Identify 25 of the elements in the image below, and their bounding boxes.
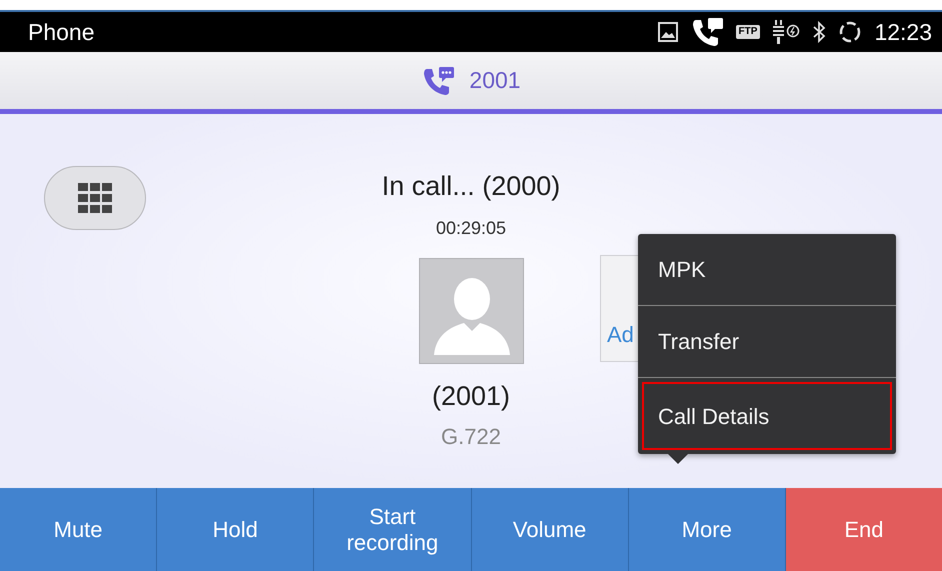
- dialpad-icon: [78, 183, 112, 213]
- add-contact-label: Ad: [607, 321, 634, 349]
- menu-item[interactable]: Call Details: [638, 378, 896, 454]
- call-action-button[interactable]: Hold: [157, 488, 314, 571]
- menu-item[interactable]: MPK: [638, 234, 896, 306]
- call-action-button[interactable]: More: [628, 488, 786, 571]
- bluetooth-icon: [812, 20, 826, 44]
- caller-number: (2001): [432, 380, 510, 413]
- menu-item[interactable]: Transfer: [638, 306, 896, 378]
- picture-icon: [658, 22, 678, 42]
- call-duration: 00:29:05: [436, 216, 506, 240]
- app-title: Phone: [28, 18, 95, 47]
- call-action-button[interactable]: Start recording: [314, 488, 472, 571]
- call-message-icon: [421, 66, 456, 96]
- call-line-tab[interactable]: 2001: [0, 52, 942, 114]
- codec-label: G.722: [441, 423, 501, 451]
- call-action-button[interactable]: Mute: [0, 488, 158, 571]
- ftp-icon: FTP: [736, 25, 760, 39]
- end-call-button[interactable]: End: [786, 488, 942, 571]
- clock-time: 12:23: [874, 18, 932, 47]
- line-number: 2001: [469, 66, 521, 96]
- plug-power-icon: [772, 20, 800, 44]
- call-status: In call... (2000): [382, 170, 560, 203]
- sync-icon: [838, 20, 862, 44]
- call-action-button[interactable]: Volume: [472, 488, 629, 571]
